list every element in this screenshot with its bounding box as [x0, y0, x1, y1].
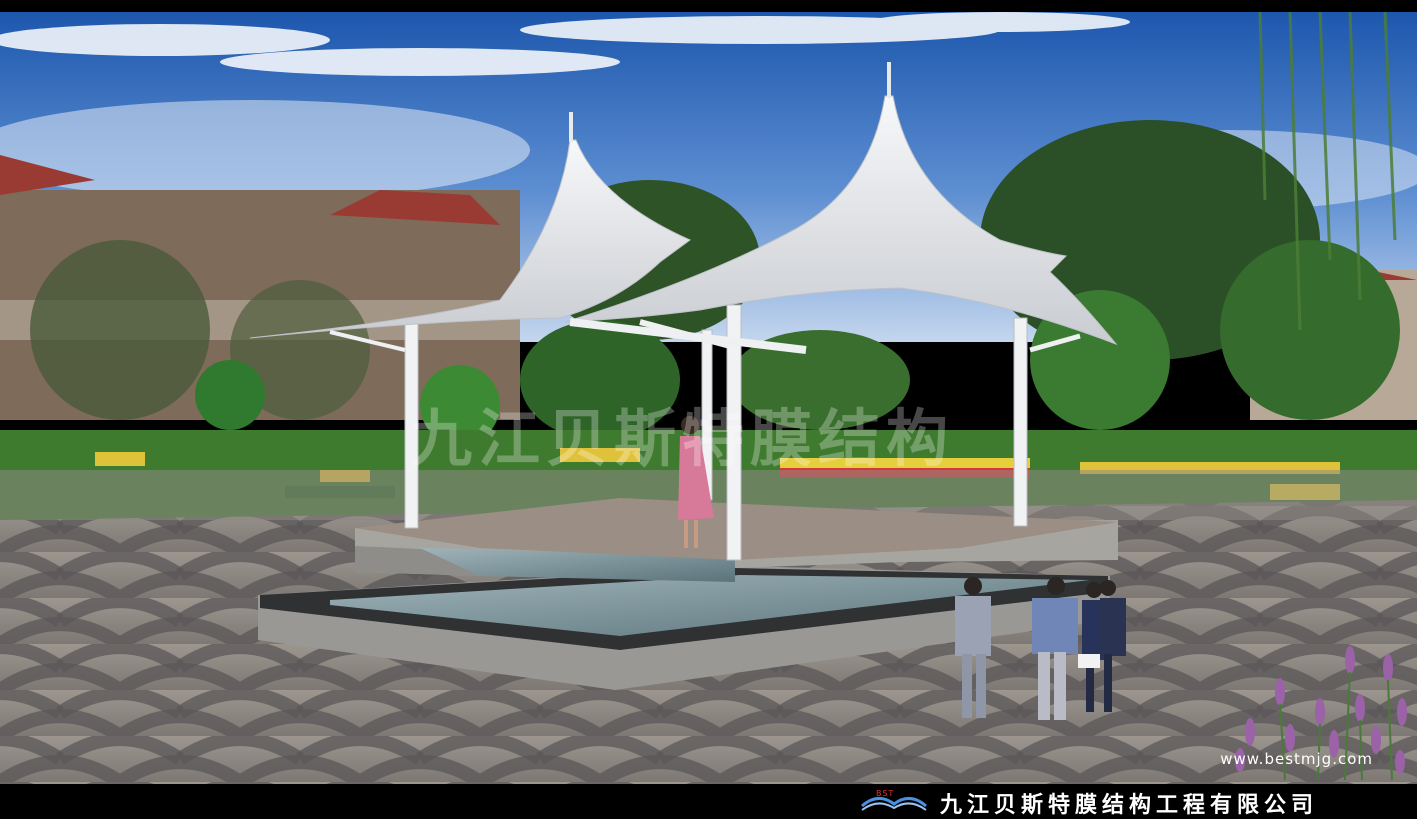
website-url: www.bestmjg.com [1220, 750, 1373, 768]
company-name: 九江贝斯特膜结构工程有限公司 [940, 792, 1319, 818]
top-border [0, 0, 1417, 12]
logo-mark: BST [876, 789, 895, 798]
watermark-text: 九江贝斯特膜结构 [410, 402, 955, 475]
